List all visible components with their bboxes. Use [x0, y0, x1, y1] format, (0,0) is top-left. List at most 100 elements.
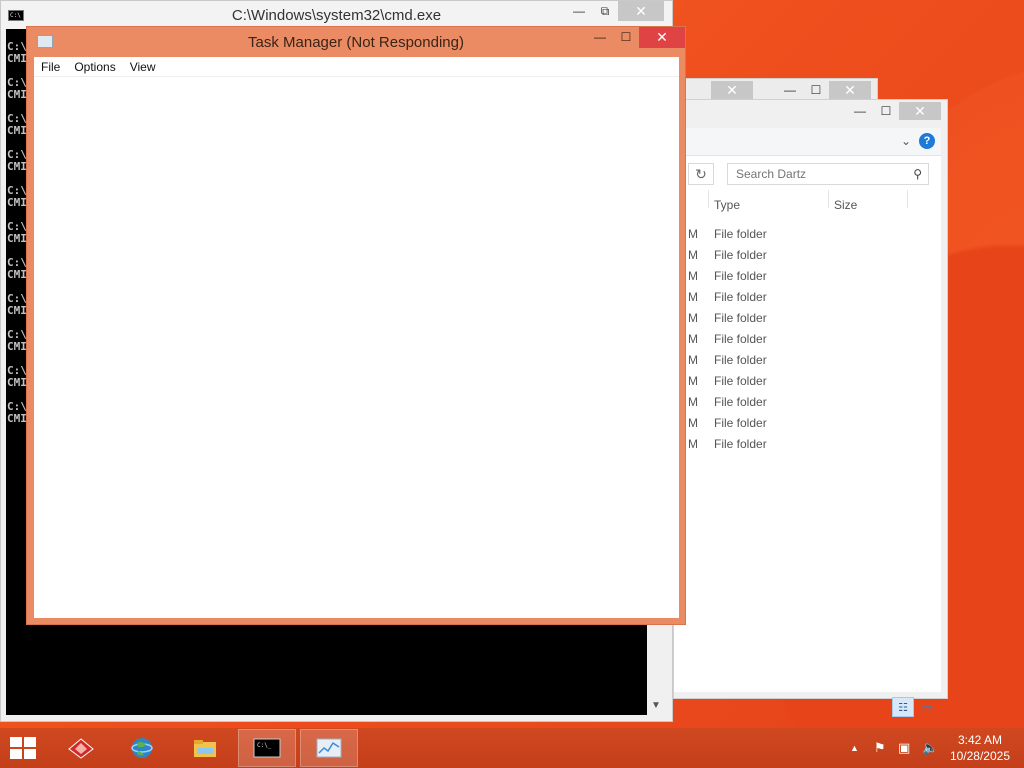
file-explorer-icon[interactable] [176, 729, 234, 767]
cmd-prompt-line: C:\ [7, 256, 27, 269]
explorer-close-button[interactable]: ✕ [899, 102, 941, 120]
file-list-row[interactable]: M File folder [674, 244, 941, 265]
clock[interactable]: 3:42 AM 10/28/2025 [950, 732, 1010, 764]
file-list-row[interactable]: M File folder [674, 391, 941, 412]
explorer-back-close-button[interactable]: ✕ [711, 81, 753, 99]
date-modified-suffix: M [688, 227, 698, 241]
task-manager-minimize-button[interactable]: — [587, 27, 613, 47]
cmd-output-line: CMI [7, 268, 27, 281]
show-hidden-icons[interactable]: ▲ [850, 743, 859, 753]
cmd-prompt-line: C:\ [7, 40, 27, 53]
date-modified-suffix: M [688, 248, 698, 262]
task-manager-window[interactable]: Task Manager (Not Responding) — ☐ ✕ File… [26, 26, 686, 625]
file-type: File folder [714, 416, 767, 430]
cmd-output-line: CMI [7, 196, 27, 209]
file-type: File folder [714, 374, 767, 388]
file-list-row[interactable]: M File folder [674, 328, 941, 349]
start-icon[interactable] [10, 737, 38, 761]
search-input[interactable] [728, 164, 898, 184]
cmd-output-line: CMI [7, 160, 27, 173]
date-modified-suffix: M [688, 416, 698, 430]
cmd-output-line: CMI [7, 412, 27, 425]
browser-globe-icon[interactable] [113, 729, 171, 767]
cmd-prompt-line: C:\ [7, 112, 27, 125]
menu-file[interactable]: File [34, 57, 67, 76]
magnifier-icon[interactable]: ⚲ [913, 167, 922, 181]
date-modified-suffix: M [688, 311, 698, 325]
cmd-output-line: CMI [7, 340, 27, 353]
cmd-prompt-line: C:\ [7, 220, 27, 233]
cmd-output-line: CMI [7, 88, 27, 101]
explorer-back-close-button-2[interactable]: ✕ [829, 81, 871, 99]
cmd-icon[interactable]: C:\_ [238, 729, 296, 767]
explorer-back-minimize-button[interactable]: — [777, 81, 803, 99]
file-type: File folder [714, 269, 767, 283]
task-manager-icon[interactable] [300, 729, 358, 767]
cmd-prompt-line: C:\ [7, 184, 27, 197]
file-type: File folder [714, 290, 767, 304]
file-type: File folder [714, 227, 767, 241]
explorer-ribbon: ⌄ ? [674, 128, 941, 156]
help-icon[interactable]: ? [919, 133, 935, 149]
cmd-restore-button[interactable]: ⧉ [592, 1, 618, 21]
explorer-window[interactable]: — ☐ ✕ ⌄ ? ↻ ⚲ Type Size M File folder M Fil… [673, 99, 948, 717]
explorer-back-maximize-button[interactable]: ☐ [803, 81, 829, 99]
explorer-minimize-button[interactable]: — [847, 102, 873, 120]
file-list-row[interactable]: M File folder [674, 223, 941, 244]
cmd-prompt-line: C:\ [7, 400, 27, 413]
file-list-row[interactable]: M File folder [674, 412, 941, 433]
cmd-prompt-line: C:\ [7, 328, 27, 341]
search-box[interactable]: ⚲ [727, 163, 929, 185]
menu-options[interactable]: Options [67, 57, 122, 76]
cmd-output-line: CMI [7, 304, 27, 317]
volume-muted-icon[interactable]: 🔈 [922, 740, 938, 756]
column-separator[interactable] [907, 190, 908, 208]
details-view-icon[interactable]: ☷ [892, 697, 914, 717]
file-type: File folder [714, 248, 767, 262]
clock-date: 10/28/2025 [949, 749, 1010, 763]
column-separator[interactable] [828, 190, 829, 208]
column-header-type[interactable]: Type [714, 198, 740, 212]
column-header-size[interactable]: Size [834, 198, 857, 212]
app-red-icon[interactable] [52, 729, 110, 767]
file-list-row[interactable]: M File folder [674, 307, 941, 328]
cmd-title-bar[interactable]: C:\ C:\Windows\system32\cmd.exe — ⧉ ✕ [1, 1, 672, 29]
date-modified-suffix: M [688, 269, 698, 283]
date-modified-suffix: M [688, 395, 698, 409]
action-center-flag-icon[interactable]: ⚑ [874, 740, 886, 756]
file-list-row[interactable]: M File folder [674, 370, 941, 391]
task-manager-menu-bar: File Options View [34, 57, 679, 77]
scroll-down-icon[interactable]: ▼ [651, 700, 661, 711]
cmd-close-button[interactable]: ✕ [618, 1, 664, 21]
clock-time: 3:42 AM [957, 733, 1002, 747]
file-list-row[interactable]: M File folder [674, 265, 941, 286]
cmd-minimize-button[interactable]: — [566, 1, 592, 21]
refresh-icon[interactable]: ↻ [688, 163, 714, 185]
svg-text:C:\_: C:\_ [257, 742, 272, 749]
file-list-row[interactable]: M File folder [674, 349, 941, 370]
cmd-output-line: CMI [7, 376, 27, 389]
cmd-output-line: CMI [7, 52, 27, 65]
file-list-row[interactable]: M File folder [674, 286, 941, 307]
explorer-maximize-button[interactable]: ☐ [873, 102, 899, 120]
explorer-content: ⌄ ? ↻ ⚲ Type Size M File folder M File fold… [674, 128, 941, 717]
cmd-output-line: CMI [7, 232, 27, 245]
file-type: File folder [714, 332, 767, 346]
menu-view[interactable]: View [123, 57, 163, 76]
cmd-prompt-line: C:\ [7, 148, 27, 161]
file-type: File folder [714, 353, 767, 367]
network-icon[interactable]: ▣ [898, 740, 910, 756]
date-modified-suffix: M [688, 332, 698, 346]
date-modified-suffix: M [688, 437, 698, 451]
large-icons-view-icon[interactable]: ▭ [916, 697, 938, 717]
cmd-prompt-line: C:\ [7, 364, 27, 377]
file-list-row[interactable]: M File folder [674, 433, 941, 454]
expand-ribbon-chevron-icon[interactable]: ⌄ [901, 134, 911, 148]
date-modified-suffix: M [688, 290, 698, 304]
date-modified-suffix: M [688, 353, 698, 367]
task-manager-title-bar[interactable]: Task Manager (Not Responding) — ☐ ✕ [27, 27, 685, 57]
task-manager-close-button[interactable]: ✕ [639, 27, 685, 48]
column-separator[interactable] [708, 190, 709, 208]
task-manager-maximize-button[interactable]: ☐ [613, 27, 639, 47]
cmd-prompt-line: C:\ [7, 76, 27, 89]
